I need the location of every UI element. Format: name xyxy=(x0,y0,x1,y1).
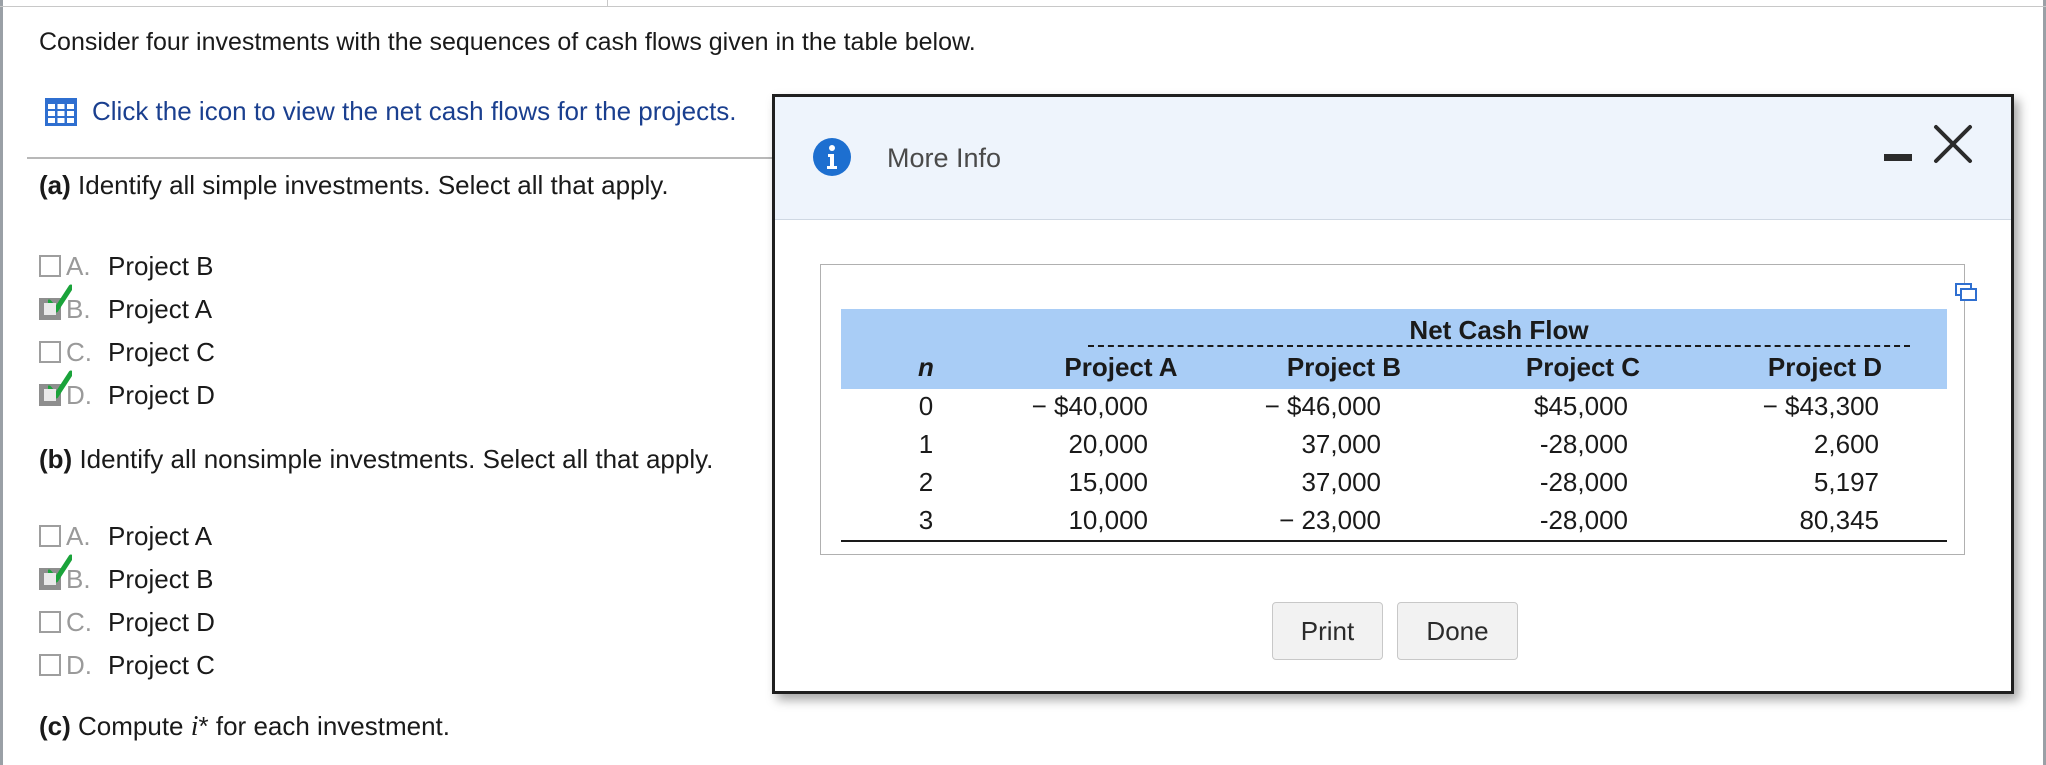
option-a-c[interactable]: C. Project C xyxy=(39,334,215,370)
option-letter: A. xyxy=(66,520,91,551)
option-label: Project B xyxy=(108,563,214,594)
option-label: Project D xyxy=(108,379,215,410)
option-letter: C. xyxy=(66,336,92,367)
table-cell: − $46,000 xyxy=(1264,391,1381,421)
option-a-a[interactable]: A. Project B xyxy=(39,248,214,284)
table-cell: 3 xyxy=(918,505,934,535)
popout-icon[interactable] xyxy=(1955,283,1977,301)
option-b-b[interactable]: B. Project B xyxy=(39,554,214,597)
question-b-label: (b) xyxy=(39,444,73,474)
option-label: Project A xyxy=(108,520,213,551)
info-icon xyxy=(813,138,851,176)
checkbox-checked[interactable] xyxy=(39,370,72,406)
column-header-n: n xyxy=(918,352,934,382)
table-cell: -28,000 xyxy=(1539,467,1628,497)
option-letter: D. xyxy=(66,379,92,410)
question-b: (b) Identify all nonsimple investments. … xyxy=(39,444,713,475)
column-header-project-d: Project D xyxy=(1767,352,1883,382)
question-a-text: Identify all simple investments. Select … xyxy=(78,170,669,200)
checkbox[interactable] xyxy=(39,611,61,633)
question-c-label: (c) xyxy=(39,711,71,741)
option-letter: B. xyxy=(66,563,91,594)
checkmark-icon xyxy=(48,554,72,583)
option-letter: B. xyxy=(66,293,91,324)
column-header-project-a: Project A xyxy=(1064,352,1178,382)
dialog-title: More Info xyxy=(887,143,1002,173)
option-label: Project C xyxy=(108,336,215,367)
section-divider xyxy=(27,157,787,159)
print-button[interactable]: Print xyxy=(1272,602,1383,660)
more-info-dialog: More Info Net Cash Flow n Project A Proj… xyxy=(772,94,2014,694)
table-cell: 20,000 xyxy=(1068,429,1148,459)
table-cell: -28,000 xyxy=(1539,429,1628,459)
option-label: Project B xyxy=(108,250,214,281)
top-divider xyxy=(0,6,2046,7)
table-cell: -28,000 xyxy=(1539,505,1628,535)
table-icon[interactable] xyxy=(44,97,78,127)
table-cell: 1 xyxy=(918,429,934,459)
table-cell: $45,000 xyxy=(1534,391,1628,421)
question-b-text: Identify all nonsimple investments. Sele… xyxy=(79,444,714,474)
table-cell: 80,345 xyxy=(1799,505,1879,535)
table-bottom-rule xyxy=(841,540,1947,542)
option-letter: C. xyxy=(66,606,92,637)
question-c-variable: i xyxy=(190,711,199,742)
cash-flow-table-container: Net Cash Flow n Project A Project B Proj… xyxy=(820,264,1977,555)
table-cell: 2,600 xyxy=(1813,429,1879,459)
option-label: Project C xyxy=(108,649,215,680)
top-divider-notch xyxy=(607,0,608,6)
question-a-label: (a) xyxy=(39,170,71,200)
dialog-header: More Info xyxy=(775,97,2011,220)
view-table-link[interactable]: Click the icon to view the net cash flow… xyxy=(44,96,737,127)
table-cell: − $43,300 xyxy=(1762,391,1879,421)
option-letter: A. xyxy=(66,250,91,281)
view-table-link-text[interactable]: Click the icon to view the net cash flow… xyxy=(92,96,737,127)
minimize-button[interactable] xyxy=(1884,149,1914,167)
checkmark-icon xyxy=(48,284,72,313)
option-b-d[interactable]: D. Project C xyxy=(39,647,215,683)
question-intro: Consider four investments with the seque… xyxy=(39,28,976,56)
option-a-d[interactable]: D. Project D xyxy=(39,370,215,413)
table-cell: 37,000 xyxy=(1301,429,1381,459)
question-c: (c) Compute i* for each investment. xyxy=(39,711,450,743)
table-cell: 5,197 xyxy=(1813,467,1879,497)
table-cell: 0 xyxy=(918,391,934,421)
checkbox-checked[interactable] xyxy=(39,554,72,590)
checkbox-checked[interactable] xyxy=(39,284,72,320)
option-a-b[interactable]: B. Project A xyxy=(39,284,213,327)
column-header-project-c: Project C xyxy=(1525,352,1641,382)
option-b-c[interactable]: C. Project D xyxy=(39,604,215,640)
table-cell: − $40,000 xyxy=(1031,391,1148,421)
net-cash-flow-header: Net Cash Flow xyxy=(1088,315,1910,347)
table-cell: 10,000 xyxy=(1068,505,1148,535)
option-label: Project A xyxy=(108,293,213,324)
checkbox[interactable] xyxy=(39,654,61,676)
table-cell: 2 xyxy=(918,467,934,497)
question-c-text-before: Compute xyxy=(78,711,191,741)
option-label: Project D xyxy=(108,606,215,637)
option-b-a[interactable]: A. Project A xyxy=(39,518,212,554)
checkbox[interactable] xyxy=(39,525,61,547)
checkbox[interactable] xyxy=(39,255,61,277)
option-letter: D. xyxy=(66,649,92,680)
done-button[interactable]: Done xyxy=(1397,602,1518,660)
table-cell: − 23,000 xyxy=(1279,505,1381,535)
question-c-text-after: * for each investment. xyxy=(198,711,450,741)
question-a: (a) Identify all simple investments. Sel… xyxy=(39,170,669,201)
close-icon[interactable] xyxy=(1932,123,1974,165)
checkmark-icon xyxy=(48,370,72,399)
column-header-project-b: Project B xyxy=(1286,352,1402,382)
table-cell: 15,000 xyxy=(1068,467,1148,497)
table-cell: 37,000 xyxy=(1301,467,1381,497)
checkbox[interactable] xyxy=(39,341,61,363)
